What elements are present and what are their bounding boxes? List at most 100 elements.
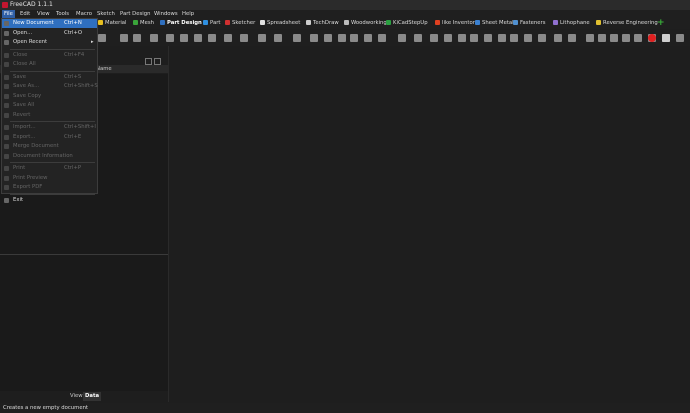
toolbar-tool-icon[interactable] xyxy=(98,34,106,42)
toolbar-tool-icon[interactable] xyxy=(224,34,232,42)
toolbar-tool-icon[interactable] xyxy=(324,34,332,42)
workbench-lithophane[interactable]: Lithophane xyxy=(553,18,590,29)
toolbar-tool-icon[interactable] xyxy=(293,34,301,42)
menu-item-shortcut: Ctrl+Shift+I xyxy=(64,124,96,130)
toolbar-tool-icon[interactable] xyxy=(430,34,438,42)
menu-item-document-information[interactable]: Document Information xyxy=(2,152,97,161)
menu-item-save-as[interactable]: Save As... Ctrl+Shift+S xyxy=(2,82,98,91)
toolbar-tool-icon[interactable] xyxy=(444,34,452,42)
menu-item-save-copy[interactable]: Save Copy xyxy=(2,92,97,101)
material-icon xyxy=(98,20,103,25)
part-design-toolbar xyxy=(98,30,690,46)
menu-item-print-preview[interactable]: Print Preview xyxy=(2,174,97,183)
toolbar-tool-icon[interactable] xyxy=(133,34,141,42)
toolbar-tool-icon[interactable] xyxy=(470,34,478,42)
toolbar-tool-icon[interactable] xyxy=(120,34,128,42)
menu-item-save-all[interactable]: Save All xyxy=(2,101,97,110)
collapse-icon[interactable] xyxy=(154,58,161,65)
toolbar-tool-icon[interactable] xyxy=(484,34,492,42)
workbench-like-inventor[interactable]: like Inventor xyxy=(435,18,475,29)
toolbar-tool-icon[interactable] xyxy=(676,34,684,42)
workbench-woodworking[interactable]: Woodworking xyxy=(344,18,387,29)
menu-item-print[interactable]: Print Ctrl+P xyxy=(2,164,97,173)
tab-data[interactable]: Data xyxy=(83,392,102,401)
menu-item-export-pdf[interactable]: Export PDF xyxy=(2,183,97,192)
toolbar-tool-icon[interactable] xyxy=(150,34,158,42)
part-icon xyxy=(203,20,208,25)
toolbar-tool-icon[interactable] xyxy=(586,34,594,42)
workbench-mesh[interactable]: Mesh xyxy=(133,18,154,29)
menu-item-merge-document[interactable]: Merge Document xyxy=(2,142,97,151)
menu-item-open[interactable]: Open... Ctrl+O xyxy=(2,29,97,38)
workbench-kicadstepup[interactable]: KiCadStepUp xyxy=(386,18,428,29)
workbench-sheet-metal[interactable]: Sheet Metal xyxy=(475,18,514,29)
workbench-fasteners[interactable]: Fasteners xyxy=(513,18,545,29)
menu-item-label: Open... xyxy=(13,29,33,36)
toolbar-tool-icon[interactable] xyxy=(180,34,188,42)
add-workbench-button[interactable]: + xyxy=(657,18,665,29)
toolbar-tool-icon[interactable] xyxy=(208,34,216,42)
workbench-part[interactable]: Part xyxy=(203,18,220,29)
toolbar-tool-icon[interactable] xyxy=(622,34,630,42)
toolbar-tool-icon[interactable] xyxy=(338,34,346,42)
workbench-part-design[interactable]: Part Design xyxy=(160,18,202,29)
toolbar-tool-icon[interactable] xyxy=(398,34,406,42)
menu-item-export[interactable]: Export... Ctrl+E xyxy=(2,133,97,142)
toolbar-tool-icon[interactable] xyxy=(350,34,358,42)
toolbar-tool-icon[interactable] xyxy=(598,34,606,42)
macro-edit-icon[interactable] xyxy=(662,34,670,42)
menu-view[interactable]: View xyxy=(35,10,52,18)
menu-item-import[interactable]: Import... Ctrl+Shift+I xyxy=(2,123,97,132)
toolbar-tool-icon[interactable] xyxy=(634,34,642,42)
toolbar-tool-icon[interactable] xyxy=(610,34,618,42)
menu-item-revert[interactable]: Revert xyxy=(2,111,97,120)
menu-sketch[interactable]: Sketch xyxy=(95,10,117,18)
property-view[interactable] xyxy=(0,255,168,391)
toolbar-tool-icon[interactable] xyxy=(414,34,422,42)
menu-windows[interactable]: Windows xyxy=(152,10,180,18)
toolbar-tool-icon[interactable] xyxy=(378,34,386,42)
toolbar-tool-icon[interactable] xyxy=(538,34,546,42)
macro-record-icon[interactable] xyxy=(648,34,656,42)
menu-item-close[interactable]: Close Ctrl+F4 xyxy=(2,51,97,60)
workbench-sketcher[interactable]: Sketcher xyxy=(225,18,255,29)
menu-macro[interactable]: Macro xyxy=(74,10,94,18)
toolbar-tool-icon[interactable] xyxy=(258,34,266,42)
save-icon xyxy=(4,74,9,80)
toolbar-tool-icon[interactable] xyxy=(194,34,202,42)
print-icon xyxy=(4,166,9,171)
toolbar-tool-icon[interactable] xyxy=(166,34,174,42)
toolbar-tool-icon[interactable] xyxy=(510,34,518,42)
toolbar-tool-icon[interactable] xyxy=(498,34,506,42)
toolbar-tool-icon[interactable] xyxy=(568,34,576,42)
workbench-spreadsheet[interactable]: Spreadsheet xyxy=(260,18,300,29)
menu-item-label: Import... xyxy=(13,124,36,130)
menu-help[interactable]: Help xyxy=(180,10,196,18)
toolbar-tool-icon[interactable] xyxy=(310,34,318,42)
open-recent-icon xyxy=(4,40,9,45)
toolbar-tool-icon[interactable] xyxy=(274,34,282,42)
open-icon xyxy=(4,30,9,36)
menu-file[interactable]: File xyxy=(2,10,15,18)
menu-item-shortcut: Ctrl+S xyxy=(64,73,82,80)
save-all-icon xyxy=(4,103,9,108)
sync-view-icon[interactable] xyxy=(145,58,152,65)
workbench-techdraw[interactable]: TechDraw xyxy=(306,18,339,29)
menu-item-new-document[interactable]: New Document Ctrl+N xyxy=(2,19,97,28)
toolbar-tool-icon[interactable] xyxy=(240,34,248,42)
menu-item-exit[interactable]: Exit xyxy=(2,196,97,205)
toolbar-tool-icon[interactable] xyxy=(524,34,532,42)
menu-item-shortcut: Ctrl+N xyxy=(64,20,82,26)
menu-edit[interactable]: Edit xyxy=(18,10,32,18)
workbench-material[interactable]: Material xyxy=(98,18,127,29)
toolbar-tool-icon[interactable] xyxy=(458,34,466,42)
menu-item-close-all[interactable]: Close All xyxy=(2,60,97,69)
menu-tools[interactable]: Tools xyxy=(54,10,71,18)
toolbar-tool-icon[interactable] xyxy=(554,34,562,42)
workbench-reverse-engineering[interactable]: Reverse Engineering xyxy=(596,18,658,29)
toolbar-tool-icon[interactable] xyxy=(364,34,372,42)
menu-item-open-recent[interactable]: Open Recent ▸ xyxy=(2,38,97,47)
document-information-icon xyxy=(4,153,9,159)
menu-item-save[interactable]: Save Ctrl+S xyxy=(2,73,97,82)
menu-part-design[interactable]: Part Design xyxy=(118,10,152,18)
